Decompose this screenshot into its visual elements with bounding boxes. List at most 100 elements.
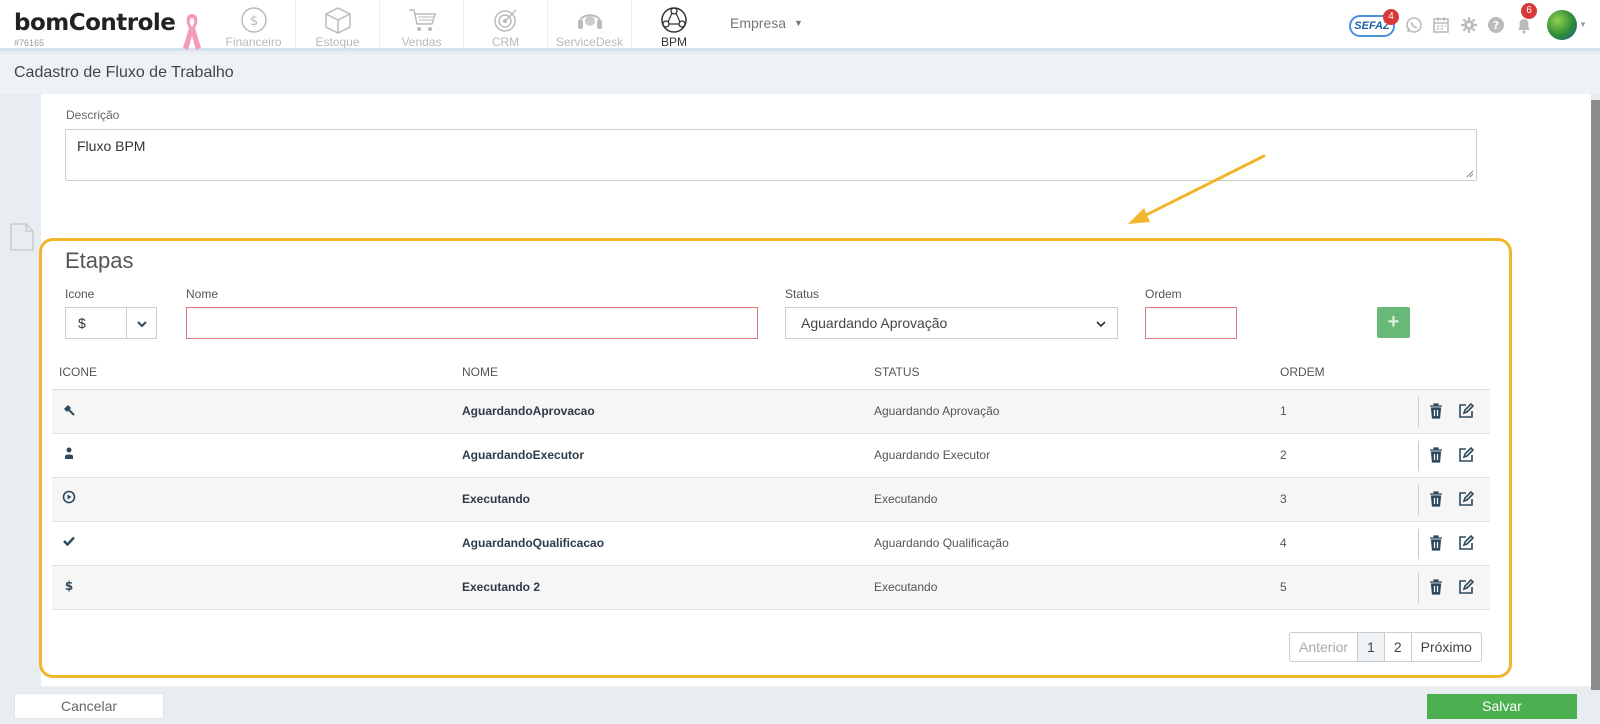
edit-icon[interactable] — [1457, 490, 1475, 508]
help-icon[interactable]: ? — [1487, 16, 1505, 34]
table-row: AguardandoAprovacao Aguardando Aprovação… — [52, 390, 1490, 434]
status-select[interactable]: Aguardando Aprovação — [785, 307, 1118, 339]
account-id: #76165 — [14, 38, 45, 48]
order-input[interactable] — [1145, 307, 1237, 339]
etapas-title: Etapas — [65, 248, 134, 273]
empresa-label: Empresa — [730, 15, 787, 31]
row-divider — [1418, 441, 1419, 471]
top-navbar: bomControle #76165 $ Financeiro Estoque … — [0, 0, 1600, 51]
column-header-nome: NOME — [462, 365, 498, 379]
row-name: AguardandoQualificacao — [462, 536, 605, 550]
module-vendas[interactable]: Vendas — [380, 0, 464, 50]
row-divider — [1418, 529, 1419, 559]
chevron-down-icon[interactable] — [126, 308, 156, 338]
chevron-down-icon — [1096, 321, 1106, 328]
description-value: Fluxo BPM — [77, 138, 146, 154]
cancel-button[interactable]: Cancelar — [14, 693, 164, 719]
gear-icon[interactable] — [1460, 16, 1478, 34]
headset-icon — [577, 14, 602, 29]
row-order: 5 — [1280, 580, 1287, 594]
edit-icon[interactable] — [1457, 446, 1475, 464]
whatsapp-icon[interactable] — [1405, 16, 1423, 34]
row-order: 3 — [1280, 492, 1287, 506]
pagination: Anterior 1 2 Próximo — [1289, 632, 1482, 662]
trash-icon[interactable] — [1427, 578, 1445, 596]
check-icon — [63, 536, 75, 547]
document-icon[interactable] — [9, 222, 35, 252]
table-row: AguardandoExecutor Aguardando Executor 2 — [52, 434, 1490, 478]
name-input[interactable] — [186, 307, 758, 339]
trash-icon[interactable] — [1427, 534, 1445, 552]
user-icon — [65, 447, 73, 459]
sefaz-badge: 4 — [1383, 9, 1399, 25]
row-divider — [1418, 485, 1419, 515]
empresa-dropdown[interactable]: Empresa ▼ — [730, 15, 803, 31]
edit-icon[interactable] — [1457, 534, 1475, 552]
svg-text:$: $ — [249, 14, 257, 29]
scrollbar[interactable] — [1591, 100, 1600, 690]
dollar-icon: $ — [65, 579, 73, 592]
icon-select[interactable]: $ — [65, 307, 157, 339]
network-icon — [661, 7, 687, 33]
column-header-status: STATUS — [874, 365, 920, 379]
row-order: 2 — [1280, 448, 1287, 462]
pagination-prev[interactable]: Anterior — [1290, 633, 1359, 661]
add-etapa-button[interactable]: + — [1377, 307, 1410, 338]
order-field-label: Ordem — [1145, 287, 1182, 301]
play-circle-icon — [62, 490, 76, 504]
calendar-icon[interactable] — [1432, 16, 1450, 34]
column-header-ordem: ORDEM — [1280, 365, 1325, 379]
pink-ribbon-icon — [183, 14, 201, 50]
edit-icon[interactable] — [1457, 578, 1475, 596]
name-field-label: Nome — [186, 287, 219, 301]
trash-icon[interactable] — [1427, 490, 1445, 508]
page-header: Cadastro de Fluxo de Trabalho — [0, 54, 1600, 94]
target-icon — [493, 9, 517, 32]
row-name: AguardandoAprovacao — [462, 404, 595, 418]
status-field-label: Status — [785, 287, 820, 301]
module-financeiro[interactable]: $ Financeiro — [212, 0, 296, 50]
row-status: Executando — [874, 492, 938, 506]
icon-field-label: Icone — [65, 287, 95, 301]
svg-text:?: ? — [1493, 19, 1499, 32]
row-status: Executando — [874, 580, 938, 594]
cart-icon — [408, 9, 436, 31]
caret-down-icon: ▼ — [794, 18, 803, 28]
module-label: Estoque — [315, 35, 360, 49]
caret-down-icon[interactable]: ▼ — [1579, 20, 1587, 29]
row-order: 4 — [1280, 536, 1287, 550]
module-estoque[interactable]: Estoque — [296, 0, 380, 50]
pagination-next[interactable]: Próximo — [1412, 633, 1481, 661]
row-status: Aguardando Executor — [874, 448, 991, 462]
module-label: Vendas — [401, 35, 442, 49]
user-avatar[interactable] — [1547, 10, 1577, 40]
trash-icon[interactable] — [1427, 446, 1445, 464]
module-bpm[interactable]: BPM — [632, 0, 716, 50]
app-logo[interactable]: bomControle — [14, 10, 176, 36]
module-nav: $ Financeiro Estoque Vendas CRM ServiceD… — [212, 0, 716, 50]
save-button[interactable]: Salvar — [1427, 694, 1577, 719]
edit-icon[interactable] — [1457, 402, 1475, 420]
dollar-circle-icon: $ — [240, 7, 267, 33]
column-header-icone: ICONE — [59, 365, 98, 379]
module-servicedesk[interactable]: ServiceDesk — [548, 0, 632, 50]
table-row: $ Executando 2 Executando 5 — [52, 566, 1490, 610]
module-crm[interactable]: CRM — [464, 0, 548, 50]
gavel-icon — [64, 405, 75, 416]
module-label: Financeiro — [225, 35, 282, 49]
row-name: AguardandoExecutor — [462, 448, 585, 462]
trash-icon[interactable] — [1427, 402, 1445, 420]
module-label: ServiceDesk — [555, 35, 624, 49]
pagination-page-2[interactable]: 2 — [1385, 633, 1412, 661]
pagination-page-1[interactable]: 1 — [1358, 633, 1385, 661]
resize-handle-icon[interactable] — [1466, 170, 1474, 178]
footer-bar — [0, 690, 1600, 724]
row-divider — [1418, 573, 1419, 603]
row-order: 1 — [1280, 404, 1287, 418]
icon-select-value: $ — [78, 315, 86, 331]
svg-text:$: $ — [65, 579, 73, 592]
row-name: Executando — [462, 492, 531, 506]
notifications-badge: 6 — [1521, 3, 1537, 19]
row-name: Executando 2 — [462, 580, 541, 594]
table-row: AguardandoQualificacao Aguardando Qualif… — [52, 522, 1490, 566]
